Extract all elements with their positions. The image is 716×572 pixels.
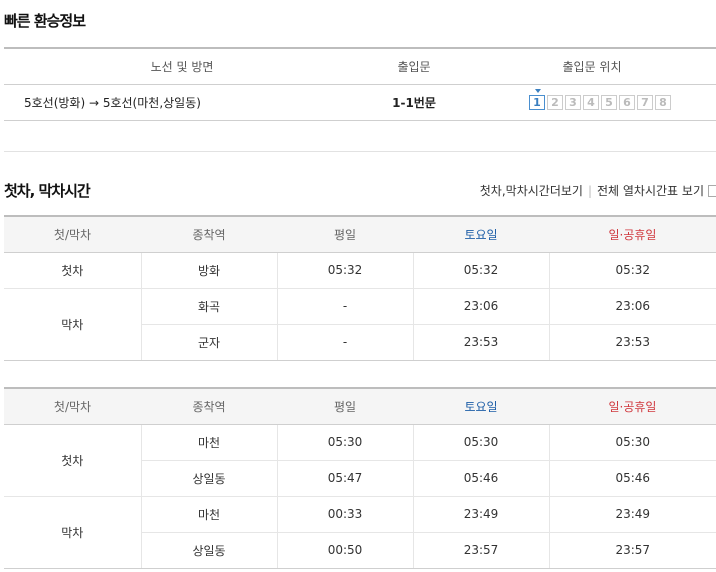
first-train-label: 첫차 <box>4 424 141 497</box>
timetable-table-1: 첫/막차 종착역 평일 토요일 일·공휴일 첫차 방화 05:32 05:32 … <box>4 215 716 361</box>
holiday-header: 일·공휴일 <box>549 215 716 253</box>
kind-header: 첫/막차 <box>4 387 141 425</box>
kind-header: 첫/막차 <box>4 215 141 253</box>
saturday-time: 23:49 <box>412 496 549 533</box>
link-arrow-icon[interactable] <box>708 184 716 197</box>
gate-box-7: 7 <box>637 95 653 110</box>
transfer-table-bottom-border <box>4 120 716 121</box>
weekday-time: 05:32 <box>276 252 413 289</box>
saturday-header: 토요일 <box>413 215 549 253</box>
gate-box-6: 6 <box>619 95 635 110</box>
weekday-time: - <box>276 288 413 325</box>
table-row: 막차 마천 00:33 23:49 23:49 <box>4 496 716 569</box>
gate-box-8: 8 <box>655 95 671 110</box>
weekday-time: 00:50 <box>276 532 413 569</box>
gate-position-header: 출입문 위치 <box>562 59 622 74</box>
first-train-label: 첫차 <box>4 252 141 289</box>
terminal-cell: 방화 <box>140 252 277 289</box>
link-separator: | <box>587 183 592 198</box>
gate-header: 출입문 <box>397 59 431 74</box>
gate-box-5: 5 <box>601 95 617 110</box>
table-row: 첫차 마천 05:30 05:30 05:30 <box>4 424 716 497</box>
transfer-section-title: 빠른 환승정보 <box>4 12 86 30</box>
weekday-time: - <box>276 324 413 361</box>
timetable-links: 첫차,막차시간더보기 | 전체 열차시간표 보기 <box>480 182 716 199</box>
transfer-route: 5호선(방화) → 5호선(마천,상일동) <box>24 96 201 110</box>
more-times-link[interactable]: 첫차,막차시간더보기 <box>480 182 583 199</box>
holiday-time: 05:32 <box>548 252 716 289</box>
holiday-time: 05:30 <box>548 424 716 461</box>
timetable-section-title: 첫차, 막차시간 <box>4 182 91 200</box>
holiday-time: 23:53 <box>548 324 716 361</box>
full-schedule-link[interactable]: 전체 열차시간표 보기 <box>597 182 704 199</box>
gate-position-indicator: 1 2 3 4 5 6 7 8 <box>529 95 671 110</box>
holiday-time: 23:57 <box>548 532 716 569</box>
table-row: 첫차 방화 05:32 05:32 05:32 <box>4 252 716 289</box>
terminal-cell: 화곡 <box>140 288 277 325</box>
holiday-time: 23:06 <box>548 288 716 325</box>
holiday-time: 23:49 <box>548 496 716 533</box>
terminal-cell: 마천 <box>140 496 277 533</box>
weekday-header: 평일 <box>277 387 413 425</box>
last-train-label: 막차 <box>4 496 141 569</box>
saturday-time: 05:32 <box>412 252 549 289</box>
last-train-label: 막차 <box>4 288 141 361</box>
saturday-time: 23:53 <box>412 324 549 361</box>
weekday-time: 05:30 <box>276 424 413 461</box>
saturday-time: 05:30 <box>412 424 549 461</box>
terminal-header: 종착역 <box>141 387 277 425</box>
table-row: 막차 화곡 - 23:06 23:06 <box>4 288 716 361</box>
gate-box-4: 4 <box>583 95 599 110</box>
holiday-time: 05:46 <box>548 460 716 497</box>
saturday-header: 토요일 <box>413 387 549 425</box>
terminal-cell: 상일동 <box>140 460 277 497</box>
active-gate-marker-icon <box>535 89 541 93</box>
section-divider <box>4 151 716 152</box>
weekday-header: 평일 <box>277 215 413 253</box>
weekday-time: 00:33 <box>276 496 413 533</box>
transfer-gate: 1-1번문 <box>392 96 436 110</box>
route-header: 노선 및 방면 <box>150 59 214 74</box>
weekday-time: 05:47 <box>276 460 413 497</box>
holiday-header: 일·공휴일 <box>549 387 716 425</box>
gate-box-1: 1 <box>529 95 545 110</box>
timetable-table-2: 첫/막차 종착역 평일 토요일 일·공휴일 첫차 마천 05:30 05:30 … <box>4 387 716 569</box>
terminal-cell: 군자 <box>140 324 277 361</box>
saturday-time: 05:46 <box>412 460 549 497</box>
gate-box-3: 3 <box>565 95 581 110</box>
saturday-time: 23:06 <box>412 288 549 325</box>
terminal-cell: 마천 <box>140 424 277 461</box>
terminal-cell: 상일동 <box>140 532 277 569</box>
terminal-header: 종착역 <box>141 215 277 253</box>
gate-box-2: 2 <box>547 95 563 110</box>
saturday-time: 23:57 <box>412 532 549 569</box>
